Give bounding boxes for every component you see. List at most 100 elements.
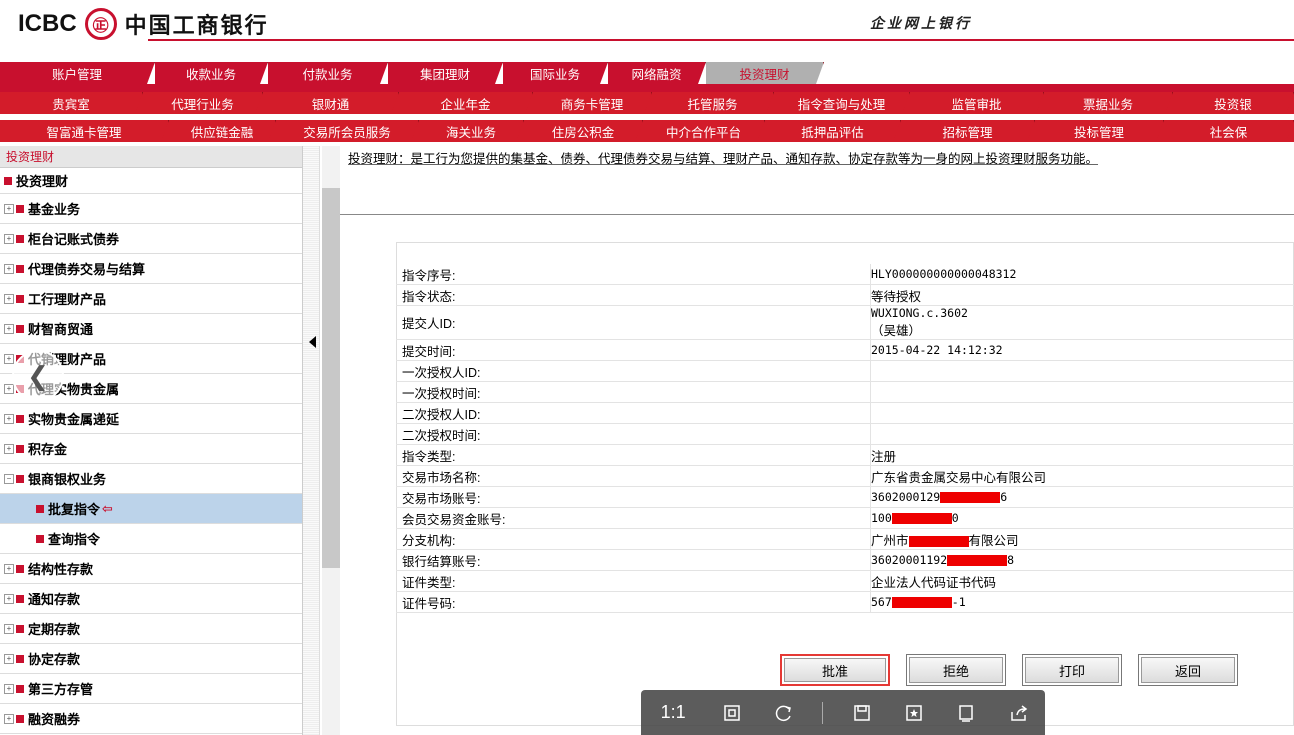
previous-icon[interactable]: ❮ [12,350,64,402]
expand-icon[interactable]: + [4,623,14,634]
sidebar-item[interactable]: + 柜台记账式债券 [0,224,302,254]
detail-value-text: WUXIONG.c.3602 [871,306,968,320]
fit-screen-icon[interactable] [718,699,746,727]
bullet-icon [36,534,44,543]
expand-icon[interactable]: + [4,263,14,274]
sidebar-item-label: 代理债券交易与结算 [28,262,146,277]
actual-size-button[interactable]: 1:1 [653,699,693,727]
sidebar-item[interactable]: + 第三方存管 [0,674,302,704]
scrollbar-thumb[interactable] [322,188,340,568]
nav-tab[interactable]: 交易所会员服务 [276,120,419,142]
expand-icon[interactable]: + [4,323,14,334]
nav-bar [0,84,1294,92]
expand-icon[interactable]: + [4,653,14,664]
expand-icon[interactable]: + [4,563,14,574]
detail-label: 会员交易资金账号: [402,512,506,527]
nav-tab[interactable]: 账户管理 [0,62,155,84]
collapse-sidebar-icon[interactable] [309,336,316,348]
nav-tab[interactable]: 指令查询与处理 [774,92,910,114]
detail-label: 提交人ID: [402,317,456,331]
sidebar-item[interactable]: + 结构性存款 [0,554,302,584]
expand-icon[interactable]: + [4,203,14,214]
sidebar-item[interactable]: + 定期存款 [0,614,302,644]
nav-tab[interactable]: 收款业务 [155,62,268,84]
bullet-icon [16,714,24,723]
collapse-icon[interactable]: − [4,473,14,484]
detail-value: 100 0 [870,508,1294,528]
bullet-icon [4,176,12,185]
nav-tab[interactable]: 海关业务 [419,120,524,142]
expand-icon[interactable]: + [4,683,14,694]
sidebar-root[interactable]: 投资理财 [0,168,302,194]
expand-icon[interactable]: + [4,353,14,364]
divider [340,214,1294,215]
sidebar-item-label: 定期存款 [28,622,81,637]
nav-tab[interactable]: 银财通 [263,92,399,114]
rotate-icon[interactable] [770,699,798,727]
nav-tab[interactable]: 集团理财 [388,62,503,84]
detail-label: 指令状态: [402,289,456,304]
approve-button[interactable]: 批准 [780,654,890,686]
nav-tab[interactable]: 住房公积金 [524,120,643,142]
nav-tab[interactable]: 商务卡管理 [533,92,652,114]
nav-tab[interactable]: 票据业务 [1044,92,1173,114]
sidebar-item[interactable]: + 财智商贸通 [0,314,302,344]
sidebar-subitem[interactable]: 查询指令 [0,524,302,554]
header-title: 企业网上银行 [870,16,972,32]
share-icon[interactable] [1005,699,1033,727]
expand-icon[interactable]: + [4,233,14,244]
back-button[interactable]: 返回 [1138,654,1238,686]
open-icon[interactable] [952,699,980,727]
nav-tab[interactable]: 中介合作平台 [643,120,765,142]
sidebar-item[interactable]: − 银商银权业务 [0,464,302,494]
nav-tab[interactable]: 抵押品评估 [765,120,901,142]
expand-icon[interactable]: + [4,383,14,394]
detail-row: 证件号码: 567 -1 [396,592,1294,613]
nav-tab[interactable]: 托管服务 [652,92,774,114]
nav-tab[interactable]: 投标管理 [1035,120,1164,142]
reject-button[interactable]: 拒绝 [906,654,1006,686]
detail-row: 证件类型: 企业法人代码证书代码 [396,571,1294,592]
sidebar-item[interactable]: + 基金业务 [0,194,302,224]
sidebar-item[interactable]: + 协定存款 [0,644,302,674]
header-divider [148,39,1294,41]
bullet-icon [16,264,24,273]
detail-value: 2015-04-22 14:12:32 [870,340,1294,360]
nav-tab[interactable]: 智富通卡管理 [0,120,169,142]
print-button[interactable]: 打印 [1022,654,1122,686]
sidebar-item[interactable]: + 积存金 [0,434,302,464]
logo-en: ICBC [18,10,77,37]
nav-tab[interactable]: 代理行业务 [143,92,263,114]
nav-tab[interactable]: 招标管理 [901,120,1035,142]
nav-tab[interactable]: 监管审批 [910,92,1044,114]
nav-tab[interactable]: 贵宾室 [0,92,143,114]
detail-label: 证件号码: [402,596,456,611]
sidebar-splitter[interactable] [303,146,320,735]
nav-tab[interactable]: 供应链金融 [169,120,276,142]
sidebar-subitem[interactable]: 批复指令 ⇦ [0,494,302,524]
sidebar-item[interactable]: + 代理债券交易与结算 [0,254,302,284]
nav-tab[interactable]: 网络融资 [608,62,706,84]
nav-tab[interactable]: 投资银 [1173,92,1294,114]
nav-tab[interactable]: 投资理财 [706,62,824,84]
expand-icon[interactable]: + [4,293,14,304]
expand-icon[interactable]: + [4,443,14,454]
sidebar-root-label: 投资理财 [16,174,69,189]
expand-icon[interactable]: + [4,713,14,724]
sidebar-item[interactable]: + 融资融券 [0,704,302,734]
nav-tab[interactable]: 社会保 [1164,120,1294,142]
detail-label: 交易市场名称: [402,470,481,485]
bullet-icon [16,654,24,663]
bullet-icon [16,324,24,333]
favorite-icon[interactable] [900,699,928,727]
save-icon[interactable] [848,699,876,727]
expand-icon[interactable]: + [4,413,14,424]
expand-icon[interactable]: + [4,593,14,604]
sidebar-item[interactable]: + 工行理财产品 [0,284,302,314]
sidebar-item[interactable]: + 实物贵金属递延 [0,404,302,434]
detail-value: 广东省贵金属交易中心有限公司 [870,466,1294,486]
nav-tab[interactable]: 企业年金 [399,92,533,114]
nav-tab[interactable]: 付款业务 [268,62,388,84]
nav-tab[interactable]: 国际业务 [503,62,608,84]
sidebar-item[interactable]: + 通知存款 [0,584,302,614]
